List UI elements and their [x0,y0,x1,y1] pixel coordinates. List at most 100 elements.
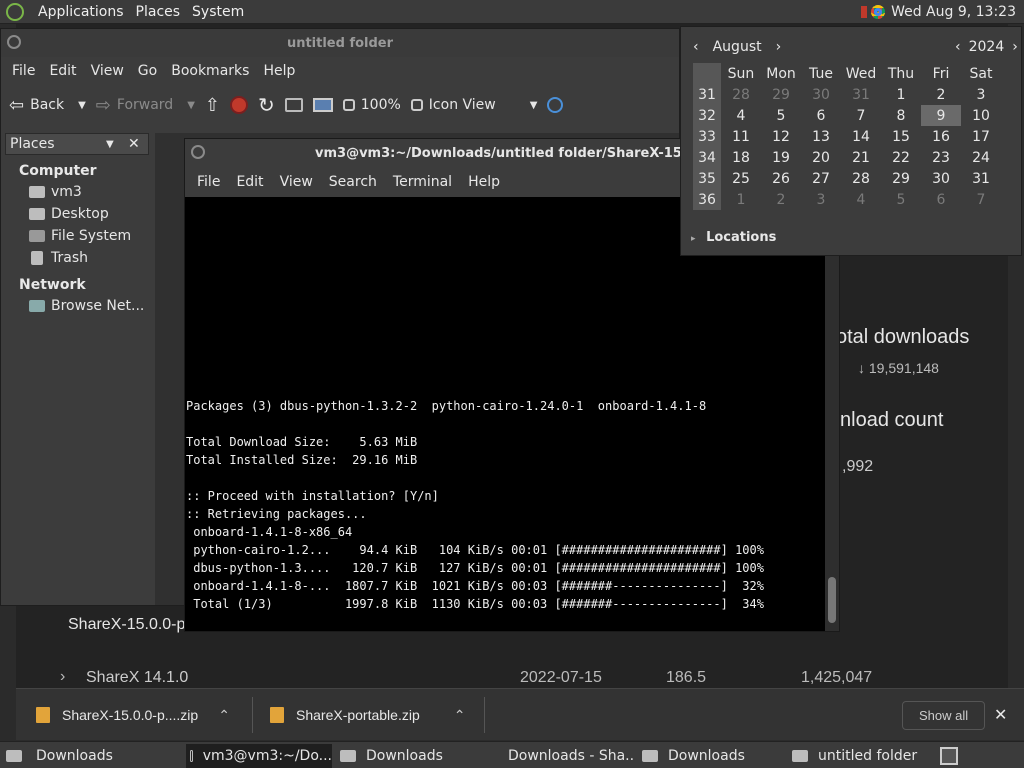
calendar-day[interactable]: 25 [721,168,761,189]
zoom-out-icon[interactable] [342,99,355,111]
taskbar-item-downloads[interactable]: Downloads [638,744,784,768]
clock[interactable]: Wed Aug 9, 13:23 [891,4,1016,20]
calendar-day[interactable]: 30 [921,168,961,189]
show-desktop-icon[interactable] [936,744,960,768]
menu-applications[interactable]: Applications [32,0,130,24]
calendar-day[interactable]: 2 [761,189,801,210]
close-icon[interactable]: ✕ [994,689,1007,741]
terminal-scrollbar[interactable] [825,197,839,631]
calendar-day[interactable]: 27 [801,168,841,189]
distro-logo-icon[interactable] [6,2,24,21]
taskbar-item-downloads[interactable]: Downloads [336,744,484,768]
back-button[interactable]: ⇦ Back ▼ [9,95,86,116]
fm-menu-help[interactable]: Help [256,63,302,79]
chevron-up-icon[interactable]: ⌃ [454,707,466,724]
term-menu-search[interactable]: Search [321,174,385,190]
calendar-day[interactable]: 29 [761,84,801,105]
chevron-right-icon[interactable]: › [60,668,65,686]
term-menu-terminal[interactable]: Terminal [385,174,460,190]
calendar-day[interactable]: 26 [761,168,801,189]
fm-menu-go[interactable]: Go [131,63,164,79]
calendar-day[interactable]: 4 [721,105,761,126]
calendar-day[interactable]: 20 [801,147,841,168]
locations-expander[interactable]: ▸ Locations [691,230,776,245]
release-row-name[interactable]: ShareX 14.1.0 [86,669,188,687]
calendar-day[interactable]: 28 [721,84,761,105]
sidebar-item-trash[interactable]: Trash [5,247,149,269]
calendar-day[interactable]: 16 [921,126,961,147]
calendar-day[interactable]: 19 [761,147,801,168]
reload-icon[interactable]: ↻ [258,93,275,117]
calendar-day[interactable]: 30 [801,84,841,105]
view-mode-select[interactable]: Icon View ▼ [429,97,538,113]
calendar-day[interactable]: 23 [921,147,961,168]
calendar-day[interactable]: 3 [961,84,1001,105]
calendar-day[interactable]: 14 [841,126,881,147]
calendar-day[interactable]: 21 [841,147,881,168]
term-menu-view[interactable]: View [272,174,321,190]
chrome-icon[interactable] [871,5,886,19]
calendar-day[interactable]: 18 [721,147,761,168]
calendar-day[interactable]: 3 [801,189,841,210]
home-icon[interactable] [284,98,303,112]
term-menu-file[interactable]: File [189,174,228,190]
calendar-day[interactable]: 22 [881,147,921,168]
download-item[interactable]: ShareX-portable.zip ⌃ [270,689,465,741]
chevron-down-icon[interactable]: ▼ [187,100,195,111]
download-item[interactable]: ShareX-15.0.0-p....zip ⌃ [36,689,230,741]
window-menu-icon[interactable] [191,145,205,159]
search-icon[interactable] [547,97,564,113]
calendar-day[interactable]: 29 [881,168,921,189]
calendar-day[interactable]: 2 [921,84,961,105]
chevron-down-icon[interactable]: ▼ [106,139,114,150]
up-arrow-icon[interactable]: ⇧ [205,95,220,116]
calendar-day[interactable]: 24 [961,147,1001,168]
calendar-day[interactable]: 7 [841,105,881,126]
stop-icon[interactable] [230,96,248,114]
chevron-down-icon[interactable]: ▼ [78,100,86,111]
fm-menu-bookmarks[interactable]: Bookmarks [164,63,256,79]
calendar-day[interactable]: 1 [881,84,921,105]
fm-menu-view[interactable]: View [84,63,131,79]
close-icon[interactable]: ✕ [128,136,140,152]
calendar-day[interactable]: 4 [841,189,881,210]
calendar-day[interactable]: 5 [761,105,801,126]
calendar-day[interactable]: 10 [961,105,1001,126]
calendar-day[interactable]: 6 [921,189,961,210]
calendar-day[interactable]: 28 [841,168,881,189]
menu-system[interactable]: System [186,0,250,24]
calendar-day[interactable]: 31 [961,168,1001,189]
term-menu-edit[interactable]: Edit [228,174,271,190]
calendar-day[interactable]: 6 [801,105,841,126]
calendar-day[interactable]: 1 [721,189,761,210]
forward-button[interactable]: ⇨ Forward ▼ [96,95,195,116]
taskbar-item-untitled-folder[interactable]: untitled folder [788,744,928,768]
fm-menu-edit[interactable]: Edit [42,63,83,79]
file-manager-titlebar[interactable]: untitled folder [1,29,679,57]
show-all-button[interactable]: Show all [902,700,986,730]
computer-icon[interactable] [312,98,333,112]
calendar-day[interactable]: 7 [961,189,1001,210]
sidebar-header[interactable]: Places ▼ ✕ [5,133,149,155]
sidebar-item-browse-network[interactable]: Browse Net... [5,295,149,317]
window-menu-icon[interactable] [7,35,21,49]
menu-places[interactable]: Places [130,0,187,24]
sidebar-item-desktop[interactable]: Desktop [5,203,149,225]
taskbar-item-chrome[interactable]: Downloads - Sha... [488,744,634,768]
chevron-left-icon[interactable]: ‹ [693,39,699,55]
calendar-day-today[interactable]: 9 [921,105,961,126]
chevron-right-icon[interactable]: › [1012,39,1018,55]
chevron-up-icon[interactable]: ⌃ [218,707,230,724]
calendar-day[interactable]: 5 [881,189,921,210]
chevron-left-icon[interactable]: ‹ [955,39,961,55]
calendar-day[interactable]: 31 [841,84,881,105]
taskbar-item-terminal[interactable]: vm3@vm3:~/Do... [186,744,332,768]
sidebar-item-vm3[interactable]: vm3 [5,181,149,203]
scrollbar-thumb[interactable] [828,577,836,623]
calendar-day[interactable]: 12 [761,126,801,147]
taskbar-item-downloads[interactable]: Downloads [2,744,182,768]
zoom-in-icon[interactable] [410,99,423,111]
calendar-day[interactable]: 15 [881,126,921,147]
calendar-day[interactable]: 8 [881,105,921,126]
calendar-day[interactable]: 13 [801,126,841,147]
